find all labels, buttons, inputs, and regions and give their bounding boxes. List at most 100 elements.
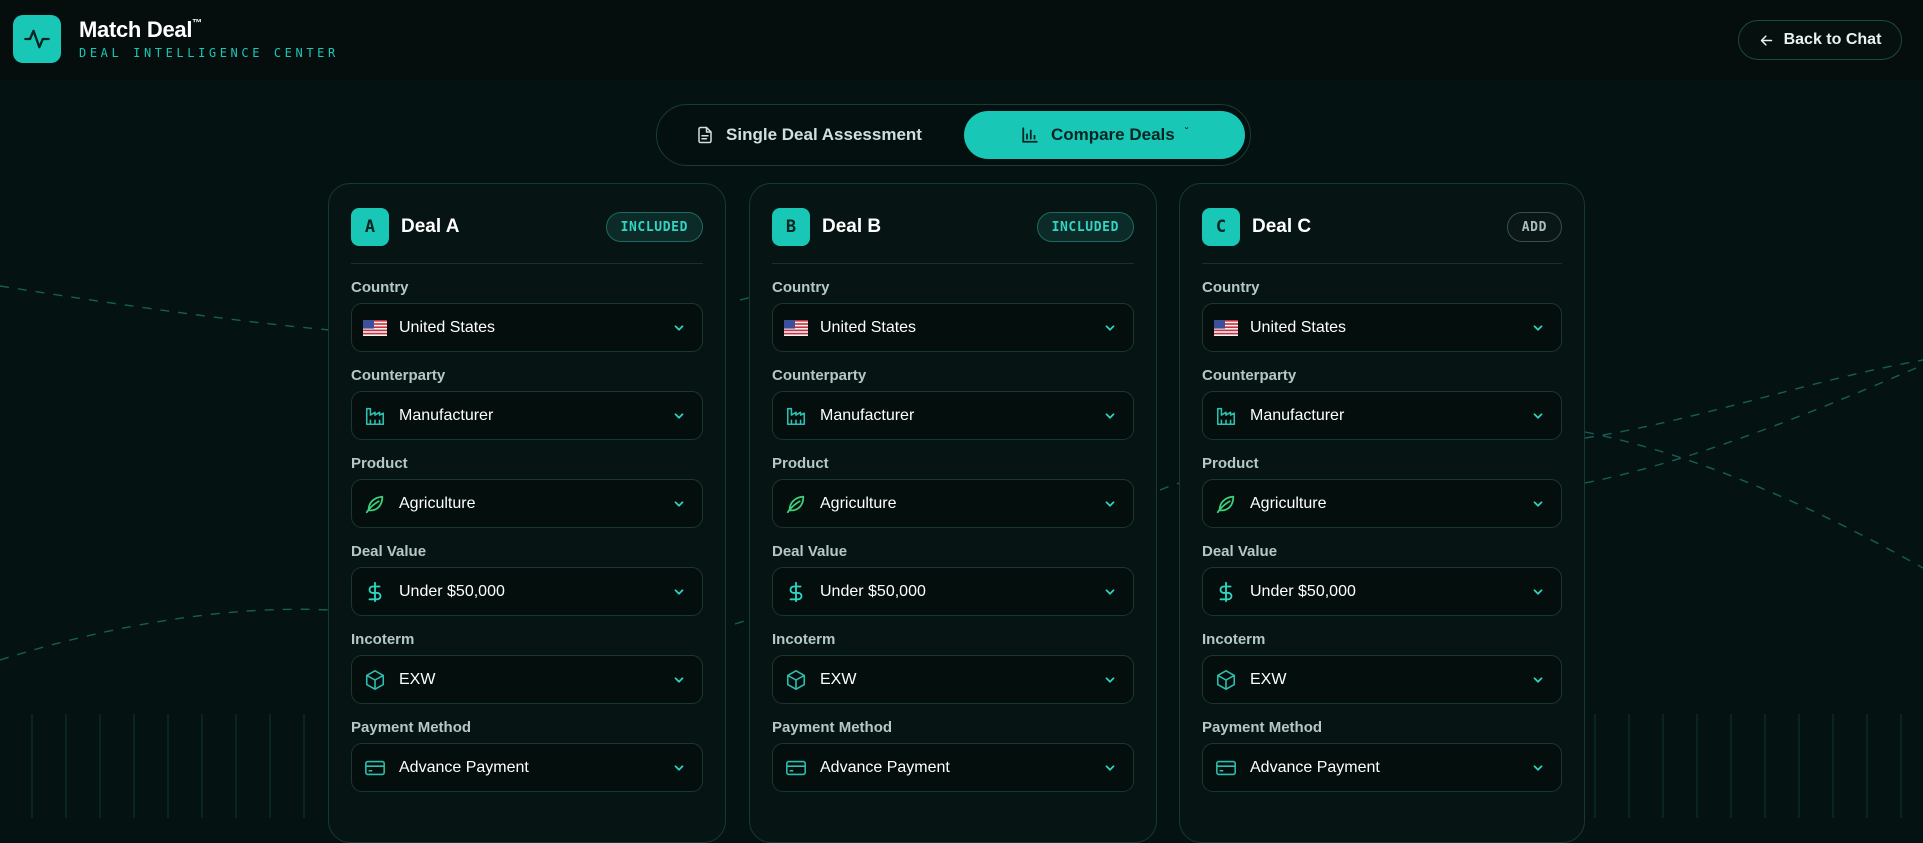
leaf-icon — [784, 492, 808, 516]
country-select[interactable]: United States — [351, 303, 703, 352]
deal-card-header: C Deal C ADD — [1202, 208, 1562, 246]
arrow-left-icon — [1760, 34, 1772, 46]
factory-icon — [1214, 404, 1238, 428]
brand-subtitle: DEAL INTELLIGENCE CENTER — [79, 46, 339, 60]
counterparty-label: Counterparty — [351, 367, 446, 384]
counterparty-value: Manufacturer — [399, 407, 494, 424]
tab-single-deal-assessment[interactable]: Single Deal Assessment — [657, 111, 961, 159]
deal-title: Deal B — [822, 216, 882, 237]
incoterm-value: EXW — [1250, 671, 1287, 688]
chevron-down-icon — [1105, 413, 1115, 419]
box-icon — [1214, 668, 1238, 692]
deal-value-label: Deal Value — [772, 543, 848, 560]
counterparty-value: Manufacturer — [820, 407, 915, 424]
incoterm-select[interactable]: EXW — [772, 655, 1134, 704]
product-select[interactable]: Agriculture — [351, 479, 703, 528]
counterparty-select[interactable]: Manufacturer — [351, 391, 703, 440]
trademark-mark: ™ — [192, 18, 202, 29]
country-select[interactable]: United States — [1202, 303, 1562, 352]
product-value: Agriculture — [399, 495, 476, 512]
chevron-down-icon — [1533, 325, 1543, 331]
payment-method-select[interactable]: Advance Payment — [351, 743, 703, 792]
tab-label: Compare Deals — [1050, 125, 1175, 144]
country-value: United States — [820, 319, 917, 336]
incoterm-label: Incoterm — [351, 631, 415, 648]
incoterm-value: EXW — [820, 671, 857, 688]
deal-letter-badge: B — [772, 208, 810, 246]
counterparty-select[interactable]: Manufacturer — [772, 391, 1134, 440]
incoterm-label: Incoterm — [1202, 631, 1266, 648]
leaf-icon — [363, 492, 387, 516]
country-select[interactable]: United States — [772, 303, 1134, 352]
chevron-down-icon — [1533, 765, 1543, 771]
country-label: Country — [1202, 279, 1260, 296]
payment-method-select[interactable]: Advance Payment — [772, 743, 1134, 792]
incoterm-value: EXW — [399, 671, 436, 688]
payment-method-select[interactable]: Advance Payment — [1202, 743, 1562, 792]
chevron-down-icon — [674, 501, 684, 507]
brand-name: Match Deal™ — [79, 17, 202, 42]
product-value: Agriculture — [820, 495, 897, 512]
chevron-down-icon — [674, 677, 684, 683]
product-label: Product — [772, 455, 829, 472]
included-status-badge[interactable]: INCLUDED — [1036, 212, 1134, 242]
payment-method-value: Advance Payment — [1250, 759, 1380, 776]
back-to-chat-button[interactable]: Back to Chat — [1738, 20, 1902, 60]
us-flag-icon — [784, 316, 808, 340]
deal-value-select[interactable]: Under $50,000 — [351, 567, 703, 616]
chevron-down-icon — [1105, 501, 1115, 507]
chevron-down-icon — [1105, 677, 1115, 683]
deal-card-a: A Deal A INCLUDED Country United States Count… — [328, 183, 726, 843]
chevron-down-icon — [674, 325, 684, 331]
box-icon — [784, 668, 808, 692]
deal-value-label: Deal Value — [351, 543, 427, 560]
us-flag-icon — [363, 316, 387, 340]
country-value: United States — [1250, 319, 1347, 336]
chevron-down-icon — [1105, 325, 1115, 331]
chevron-down-icon — [674, 765, 684, 771]
deal-value-select[interactable]: Under $50,000 — [1202, 567, 1562, 616]
logo — [13, 15, 61, 63]
deal-title: Deal C — [1252, 216, 1312, 237]
product-label: Product — [1202, 455, 1259, 472]
deal-title: Deal A — [401, 216, 460, 237]
chevron-down-icon — [1105, 589, 1115, 595]
card-divider — [351, 263, 703, 264]
credit-card-icon — [363, 756, 387, 780]
deal-card-b: B Deal B INCLUDED Country United States Count… — [749, 183, 1157, 843]
tab-label: Single Deal Assessment — [726, 125, 922, 144]
payment-method-value: Advance Payment — [399, 759, 529, 776]
tab-compare-deals[interactable]: Compare Deals ˇ — [964, 111, 1245, 159]
included-status-badge[interactable]: INCLUDED — [605, 212, 703, 242]
factory-icon — [363, 404, 387, 428]
incoterm-select[interactable]: EXW — [1202, 655, 1562, 704]
payment-method-label: Payment Method — [351, 719, 472, 736]
incoterm-select[interactable]: EXW — [351, 655, 703, 704]
tab-suffix-mark: ˇ — [1184, 126, 1189, 138]
payment-method-label: Payment Method — [1202, 719, 1323, 736]
deal-card-header: B Deal B INCLUDED — [772, 208, 1134, 246]
counterparty-value: Manufacturer — [1250, 407, 1345, 424]
chevron-down-icon — [1105, 765, 1115, 771]
product-value: Agriculture — [1250, 495, 1327, 512]
deal-value-value: Under $50,000 — [820, 583, 926, 600]
counterparty-select[interactable]: Manufacturer — [1202, 391, 1562, 440]
counterparty-label: Counterparty — [772, 367, 867, 384]
deal-card-header: A Deal A INCLUDED — [351, 208, 703, 246]
back-to-chat-label: Back to Chat — [1783, 31, 1882, 48]
chevron-down-icon — [1533, 501, 1543, 507]
incoterm-label: Incoterm — [772, 631, 836, 648]
pulse-icon — [24, 29, 50, 49]
add-deal-button[interactable]: ADD — [1506, 212, 1562, 242]
credit-card-icon — [1214, 756, 1238, 780]
country-label: Country — [351, 279, 409, 296]
payment-method-value: Advance Payment — [820, 759, 950, 776]
document-icon — [698, 126, 712, 144]
dollar-icon — [784, 580, 808, 604]
deal-letter-badge: C — [1202, 208, 1240, 246]
deal-value-label: Deal Value — [1202, 543, 1278, 560]
product-select[interactable]: Agriculture — [1202, 479, 1562, 528]
product-select[interactable]: Agriculture — [772, 479, 1134, 528]
deal-value-select[interactable]: Under $50,000 — [772, 567, 1134, 616]
bar-chart-icon — [1022, 127, 1038, 143]
